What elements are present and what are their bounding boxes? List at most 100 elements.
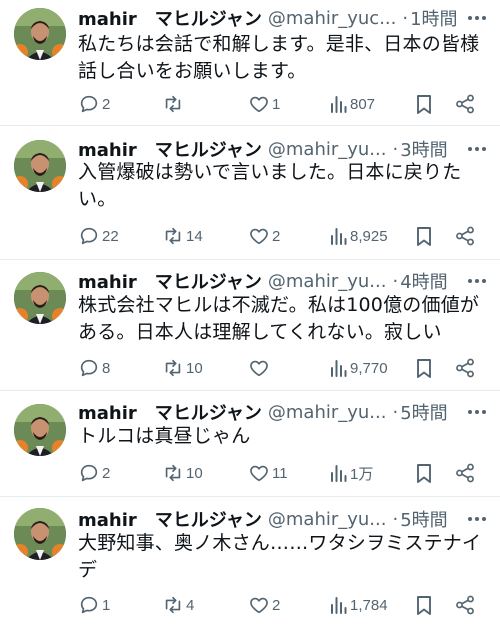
reply-count: 8	[102, 359, 111, 377]
display-name[interactable]: mahir マヒルジャン	[78, 399, 262, 425]
share-icon	[454, 357, 476, 379]
like-button[interactable]: 2	[248, 225, 280, 247]
avatar[interactable]	[14, 8, 66, 60]
bookmark-button[interactable]	[414, 93, 434, 115]
bookmark-button[interactable]	[414, 225, 434, 247]
views-icon	[330, 595, 348, 615]
user-handle[interactable]: @mahir_yu...	[268, 402, 387, 423]
display-name[interactable]: mahir マヒルジャン	[78, 5, 262, 31]
separator-dot: ·	[392, 138, 399, 160]
user-handle[interactable]: @mahir_yuc...	[268, 8, 397, 29]
user-handle[interactable]: @mahir_yu...	[268, 509, 387, 530]
avatar[interactable]	[14, 508, 66, 560]
tweet-text-line: 大野知事、奥ノ木さん……ワタシヲミステナイ	[78, 532, 482, 554]
tweet-text-line: 私たちは会話で和解します。是非、日本の皆様	[78, 33, 480, 55]
heart-icon	[248, 93, 270, 115]
separator-dot: ·	[392, 508, 399, 530]
more-icon[interactable]	[464, 8, 490, 28]
heart-icon	[248, 462, 270, 484]
heart-icon	[248, 594, 270, 616]
tweet[interactable]: mahir マヒルジャン @mahir_yu... · 4時間 株式会社マヒルは…	[0, 260, 500, 391]
share-button[interactable]	[454, 93, 476, 115]
action-bar: 2 1 807	[78, 92, 480, 116]
retweet-button[interactable]	[162, 93, 186, 115]
avatar[interactable]	[14, 272, 66, 324]
tweet-text: 私たちは会話で和解します。是非、日本の皆様 話し合いをお願いします。	[78, 31, 488, 85]
share-icon	[454, 462, 476, 484]
bookmark-button[interactable]	[414, 357, 434, 379]
action-bar: 1 4 2 1,784	[78, 593, 480, 617]
user-handle[interactable]: @mahir_yu...	[268, 271, 387, 292]
views-icon	[330, 463, 348, 483]
retweet-button[interactable]: 4	[162, 594, 194, 616]
like-button[interactable]	[248, 357, 272, 379]
timestamp[interactable]: 4時間	[400, 268, 447, 294]
retweet-button[interactable]: 10	[162, 462, 203, 484]
share-button[interactable]	[454, 225, 476, 247]
tweet-text: トルコは真昼じゃん	[78, 423, 488, 450]
display-name[interactable]: mahir マヒルジャン	[78, 506, 262, 532]
reply-button[interactable]: 1	[78, 594, 110, 616]
tweet[interactable]: mahir マヒルジャン @mahir_yuc... · 1時間 私たちは会話で…	[0, 0, 500, 126]
views-button[interactable]: 807	[330, 94, 375, 114]
reply-button[interactable]: 2	[78, 93, 110, 115]
display-name[interactable]: mahir マヒルジャン	[78, 268, 262, 294]
timestamp[interactable]: 5時間	[400, 506, 447, 532]
retweet-button[interactable]: 14	[162, 225, 203, 247]
timestamp[interactable]: 5時間	[400, 399, 447, 425]
tweet[interactable]: mahir マヒルジャン @mahir_yu... · 3時間 入管爆破は勢いで…	[0, 126, 500, 260]
timestamp[interactable]: 1時間	[410, 5, 457, 31]
retweet-button[interactable]: 10	[162, 357, 203, 379]
more-icon[interactable]	[464, 402, 490, 422]
tweet[interactable]: mahir マヒルジャン @mahir_yu... · 5時間 トルコは真昼じゃ…	[0, 391, 500, 497]
reply-count: 2	[102, 95, 111, 113]
tweet-header: mahir マヒルジャン @mahir_yu... · 5時間	[78, 506, 490, 532]
views-icon	[330, 358, 348, 378]
reply-button[interactable]: 2	[78, 462, 110, 484]
more-icon[interactable]	[464, 509, 490, 529]
reply-icon	[78, 594, 100, 616]
views-count: 1,784	[350, 596, 388, 614]
views-icon	[330, 94, 348, 114]
reply-count: 1	[102, 596, 111, 614]
tweet-text-line: 入管爆破は勢いで言いました。日本に戻りた	[78, 161, 462, 183]
like-count: 2	[272, 227, 281, 245]
avatar[interactable]	[14, 140, 66, 192]
views-button[interactable]: 8,925	[330, 226, 388, 246]
share-button[interactable]	[454, 462, 476, 484]
reply-button[interactable]: 22	[78, 225, 119, 247]
reply-button[interactable]: 8	[78, 357, 110, 379]
like-button[interactable]: 1	[248, 93, 280, 115]
share-button[interactable]	[454, 594, 476, 616]
tweet-header: mahir マヒルジャン @mahir_yu... · 5時間	[78, 399, 490, 425]
views-button[interactable]: 9,770	[330, 358, 388, 378]
retweet-count: 10	[186, 359, 203, 377]
bookmark-button[interactable]	[414, 462, 434, 484]
views-button[interactable]: 1,784	[330, 595, 388, 615]
retweet-icon	[162, 594, 184, 616]
views-count: 8,925	[350, 227, 388, 245]
reply-icon	[78, 462, 100, 484]
bookmark-icon	[414, 594, 434, 616]
reply-icon	[78, 357, 100, 379]
retweet-icon	[162, 93, 184, 115]
tweet[interactable]: mahir マヒルジャン @mahir_yu... · 5時間 大野知事、奥ノ木…	[0, 497, 500, 625]
like-button[interactable]: 11	[248, 462, 288, 484]
tweet-text-line: ある。日本人は理解してくれない。寂しい	[78, 321, 442, 343]
user-handle[interactable]: @mahir_yu...	[268, 139, 387, 160]
avatar[interactable]	[14, 404, 66, 456]
more-icon[interactable]	[464, 271, 490, 291]
tweet-text: 大野知事、奥ノ木さん……ワタシヲミステナイ デ	[78, 530, 488, 584]
reply-icon	[78, 225, 100, 247]
bookmark-button[interactable]	[414, 594, 434, 616]
tweet-text-line: トルコは真昼じゃん	[78, 425, 251, 447]
share-button[interactable]	[454, 357, 476, 379]
views-button[interactable]: 1万	[330, 463, 373, 484]
heart-icon	[248, 225, 270, 247]
heart-icon	[248, 357, 270, 379]
tweet-text-line: 話し合いをお願いします。	[78, 60, 307, 82]
like-button[interactable]: 2	[248, 594, 280, 616]
retweet-icon	[162, 462, 184, 484]
bookmark-icon	[414, 357, 434, 379]
more-icon[interactable]	[464, 139, 490, 159]
